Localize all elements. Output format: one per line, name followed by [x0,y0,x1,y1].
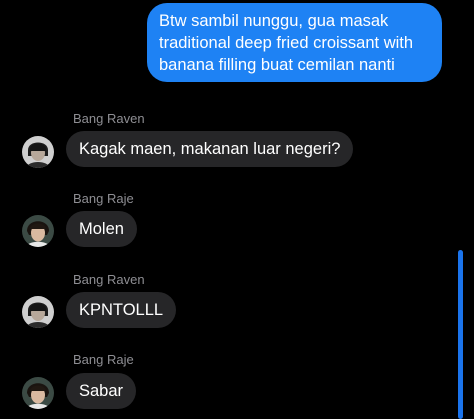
avatar-image [22,136,54,168]
sender-name: Bang Raje [73,352,134,367]
avatar-bang-raven[interactable] [22,296,54,328]
avatar-bang-raje[interactable] [22,377,54,409]
avatar-bang-raven[interactable] [22,136,54,168]
chat-thread[interactable]: Btw sambil nunggu, gua masak traditional… [0,0,474,419]
incoming-message-bubble[interactable]: Sabar [66,373,137,409]
incoming-message-bubble[interactable]: Molen [66,211,137,247]
message-text-line: traditional deep fried croissant with [159,34,414,52]
sender-name: Bang Raje [73,191,134,206]
sender-name: Bang Raven [73,111,145,126]
avatar-image [22,377,54,409]
outgoing-message-bubble[interactable]: Btw sambil nunggu, gua masak traditional… [147,3,442,82]
message-text-line: Btw sambil nunggu, gua masak [159,12,389,30]
sender-name: Bang Raven [73,272,145,287]
avatar-image [22,296,54,328]
message-text-line: banana filling buat cemilan nanti [159,56,395,74]
incoming-message-bubble[interactable]: Kagak maen, makanan luar negeri? [66,131,354,167]
avatar-bang-raje[interactable] [22,215,54,247]
incoming-message-bubble[interactable]: KPNTOLLL [66,292,177,328]
avatar-image [22,215,54,247]
scrollbar[interactable] [458,250,463,419]
